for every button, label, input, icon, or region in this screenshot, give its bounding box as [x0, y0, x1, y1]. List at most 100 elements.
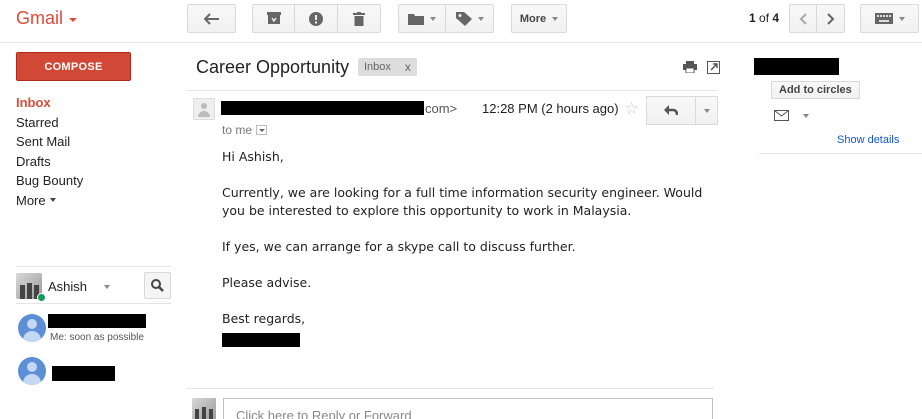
trash-icon	[353, 11, 365, 26]
avatar-figure	[209, 409, 213, 419]
label-chip-inbox[interactable]: Inbox x	[358, 58, 417, 76]
pager-total: 4	[772, 11, 780, 25]
show-details-link[interactable]: Show details	[837, 134, 899, 146]
gmail-logo: Gmail	[16, 8, 64, 28]
body-signoff: Best regards,	[222, 311, 306, 326]
redacted-contact-name	[52, 366, 115, 381]
input-tools-button[interactable]	[860, 4, 919, 33]
sender-avatar[interactable]	[193, 98, 215, 120]
organize-group	[398, 4, 494, 33]
sidebar-item-label: Drafts	[16, 153, 51, 169]
older-button[interactable]	[817, 4, 845, 33]
pager-nav-group	[789, 4, 845, 33]
reply-button[interactable]	[646, 96, 696, 125]
body-paragraph: If yes, we can arrange for a skype call …	[222, 239, 576, 254]
reply-forward-input[interactable]: Click here to Reply or Forward	[223, 398, 713, 419]
online-status-icon	[37, 293, 46, 302]
chevron-right-icon	[826, 12, 834, 25]
chevron-down-icon	[69, 17, 78, 22]
reply-icon	[664, 105, 678, 116]
recipient-text: to me	[222, 123, 253, 137]
labels-button[interactable]	[446, 4, 494, 33]
sidebar-item-drafts[interactable]: Drafts	[16, 152, 83, 172]
sidebar-item-starred[interactable]: Starred	[16, 113, 83, 133]
add-to-circles-button[interactable]: Add to circles	[771, 81, 860, 99]
move-to-button[interactable]	[398, 4, 446, 33]
redacted-sender-name	[754, 58, 839, 75]
sidebar-item-bug-bounty[interactable]: Bug Bounty	[16, 171, 83, 191]
sender-email-tail: com>	[425, 101, 458, 116]
pagination-text: 1 of 4	[749, 11, 779, 25]
sidebar-item-label: Inbox	[16, 95, 51, 110]
body-paragraph-line: Currently, we are looking for a full tim…	[222, 185, 703, 200]
sidebar-item-more[interactable]: More	[16, 191, 83, 211]
pager-current: 1	[749, 11, 756, 25]
sidebar-nav: Inbox Starred Sent Mail Drafts Bug Bount…	[16, 93, 83, 210]
redacted-contact-name	[48, 314, 146, 328]
show-recipient-details-button[interactable]	[256, 125, 268, 135]
print-all-button[interactable]	[683, 60, 697, 74]
folder-icon	[408, 13, 424, 25]
keyboard-icon	[874, 13, 893, 24]
message-subject: Career Opportunity	[196, 57, 350, 77]
top-toolbar: Gmail More 1 of 4	[0, 0, 922, 43]
chevron-down-icon	[898, 16, 905, 21]
body-greeting: Hi Ashish,	[222, 149, 284, 164]
sidebar-item-label: Bug Bounty	[16, 173, 84, 188]
new-window-icon	[706, 60, 720, 74]
chat-user-name[interactable]: Ashish	[48, 279, 87, 294]
remove-label-button[interactable]: x	[405, 60, 411, 74]
reply-group	[646, 96, 718, 125]
recipient-line: to me	[222, 123, 268, 137]
delete-button[interactable]	[338, 4, 381, 33]
redacted-signature	[222, 333, 300, 347]
chat-contact[interactable]: Me: soon as possible	[18, 314, 178, 350]
avatar-figure	[27, 283, 32, 299]
pager-of: of	[759, 11, 770, 25]
message-actions-group	[252, 4, 381, 33]
newer-button[interactable]	[789, 4, 817, 33]
chevron-down-icon	[803, 113, 809, 118]
contact-avatar	[18, 314, 46, 342]
print-icon	[683, 61, 697, 73]
avatar-figure	[20, 285, 25, 299]
chat-search-button[interactable]	[144, 272, 171, 299]
more-message-actions-button[interactable]	[696, 96, 718, 125]
contact-avatar	[18, 357, 46, 385]
contact-snippet: Me: soon as possible	[50, 332, 144, 343]
email-contact-button[interactable]	[774, 110, 809, 121]
report-spam-button[interactable]	[295, 4, 338, 33]
chevron-down-icon	[703, 108, 710, 113]
search-icon	[151, 279, 164, 292]
sidebar-item-label: More	[16, 192, 46, 208]
more-actions-button[interactable]: More	[511, 4, 567, 33]
label-tag-icon	[455, 11, 472, 26]
chat-header: Ashish	[16, 266, 171, 304]
chevron-down-icon	[430, 16, 436, 21]
sidebar-item-inbox[interactable]: Inbox	[16, 93, 83, 113]
sidebar-item-sent-mail[interactable]: Sent Mail	[16, 132, 83, 152]
compose-button[interactable]: COMPOSE	[16, 52, 131, 81]
more-actions-label: More	[519, 12, 547, 25]
divider	[759, 153, 922, 154]
sidebar-item-label: Sent Mail	[16, 134, 71, 149]
chat-contact[interactable]	[18, 357, 178, 393]
message-timestamp: 12:28 PM (2 hours ago)	[482, 101, 619, 116]
avatar-figure	[195, 409, 199, 419]
body-paragraph: Please advise.	[222, 275, 312, 290]
chevron-down-icon	[552, 16, 559, 21]
divider	[186, 388, 714, 389]
gmail-menu[interactable]: Gmail	[16, 8, 78, 29]
redacted-sender	[221, 101, 424, 115]
chevron-down-icon[interactable]	[104, 285, 110, 289]
back-arrow-icon	[203, 12, 219, 25]
chevron-down-icon	[49, 198, 56, 203]
back-to-inbox-button[interactable]	[187, 4, 236, 33]
divider	[186, 90, 718, 91]
archive-button[interactable]	[252, 4, 295, 33]
chevron-left-icon	[799, 12, 807, 25]
mail-icon	[774, 110, 789, 121]
sidebar-item-label: Starred	[16, 114, 59, 130]
star-icon[interactable]: ☆	[624, 99, 639, 119]
open-new-window-button[interactable]	[706, 60, 720, 74]
